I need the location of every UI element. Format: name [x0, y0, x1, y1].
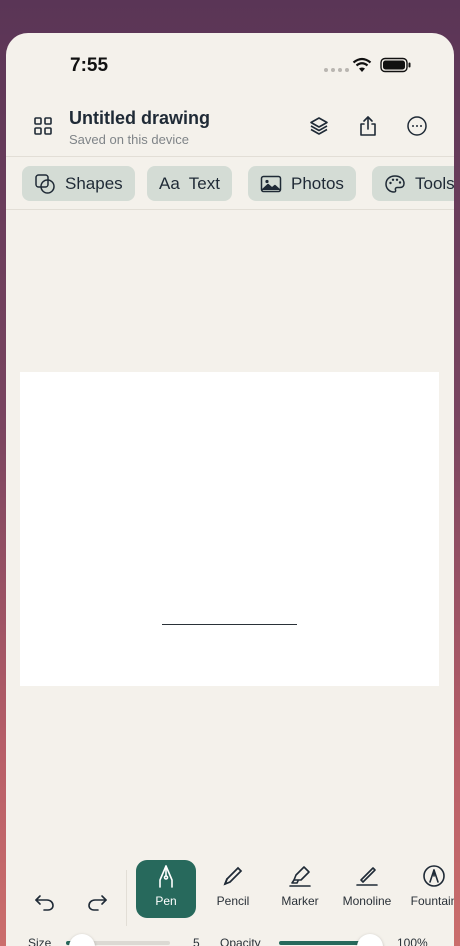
- shapes-chip[interactable]: Shapes: [22, 166, 135, 201]
- chip-label: Photos: [291, 173, 344, 193]
- opacity-value: 100%: [397, 936, 428, 946]
- insert-chips: Shapes Aa Text Photos Tools: [6, 164, 454, 204]
- share-icon[interactable]: [355, 113, 381, 139]
- shapes-icon: [34, 173, 56, 195]
- battery-icon: [380, 57, 412, 78]
- opacity-label: Opacity: [220, 936, 261, 946]
- opacity-slider-thumb[interactable]: [357, 934, 383, 946]
- text-icon: Aa: [159, 173, 180, 193]
- tool-label: Monoline: [342, 894, 392, 908]
- drawing-canvas[interactable]: [20, 372, 439, 686]
- header-divider: [6, 156, 454, 157]
- tools-chip[interactable]: Tools: [372, 166, 454, 201]
- size-label: Size: [28, 936, 52, 946]
- marker-icon: [288, 860, 312, 892]
- layers-icon[interactable]: [306, 113, 332, 139]
- chip-label: Text: [188, 173, 220, 193]
- tool-label: Pencil: [216, 894, 250, 908]
- redo-icon[interactable]: [83, 888, 111, 916]
- drawn-stroke: [162, 624, 297, 625]
- document-title[interactable]: Untitled drawing: [69, 108, 210, 129]
- fountain-pen-icon: [422, 860, 446, 892]
- pencil-icon: [222, 860, 244, 892]
- chip-label: Tools: [415, 173, 454, 193]
- tool-marker[interactable]: Marker: [270, 860, 330, 918]
- status-bar: 7:55: [6, 33, 454, 93]
- chips-divider: [6, 209, 454, 210]
- save-status: Saved on this device: [69, 132, 189, 147]
- tool-label: Pen: [155, 894, 177, 908]
- size-value: 5: [193, 936, 200, 946]
- opacity-slider-track[interactable]: [279, 941, 369, 945]
- status-time: 7:55: [70, 55, 109, 76]
- undo-icon[interactable]: [31, 888, 59, 916]
- grid-menu-icon[interactable]: [30, 113, 56, 139]
- more-options-icon[interactable]: [404, 113, 430, 139]
- tool-fountain[interactable]: Fountain: [404, 860, 454, 918]
- photo-icon: [260, 175, 282, 193]
- pen-nib-icon: [156, 860, 176, 892]
- tool-pencil[interactable]: Pencil: [203, 860, 263, 918]
- tool-label: Fountain: [410, 894, 454, 908]
- text-chip[interactable]: Aa Text: [147, 166, 232, 201]
- app-window: 7:55 Untitled drawing Saved on this devi…: [6, 33, 454, 946]
- tool-label: Marker: [281, 894, 319, 908]
- signal-icon: [324, 68, 349, 72]
- brush-toolbar: Pen Pencil Marker Monoline Fountain: [6, 848, 454, 946]
- palette-icon: [384, 174, 406, 194]
- wifi-icon: [352, 57, 372, 78]
- tool-monoline[interactable]: Monoline: [337, 860, 397, 918]
- tool-pen[interactable]: Pen: [136, 860, 196, 918]
- photos-chip[interactable]: Photos: [248, 166, 356, 201]
- app-header: Untitled drawing Saved on this device: [6, 99, 454, 155]
- monoline-icon: [355, 860, 379, 892]
- chip-label: Shapes: [65, 173, 123, 193]
- brush-settings: Size 5 Opacity 100%: [6, 933, 454, 946]
- size-slider-thumb[interactable]: [69, 934, 95, 946]
- toolbar-separator: [126, 870, 127, 926]
